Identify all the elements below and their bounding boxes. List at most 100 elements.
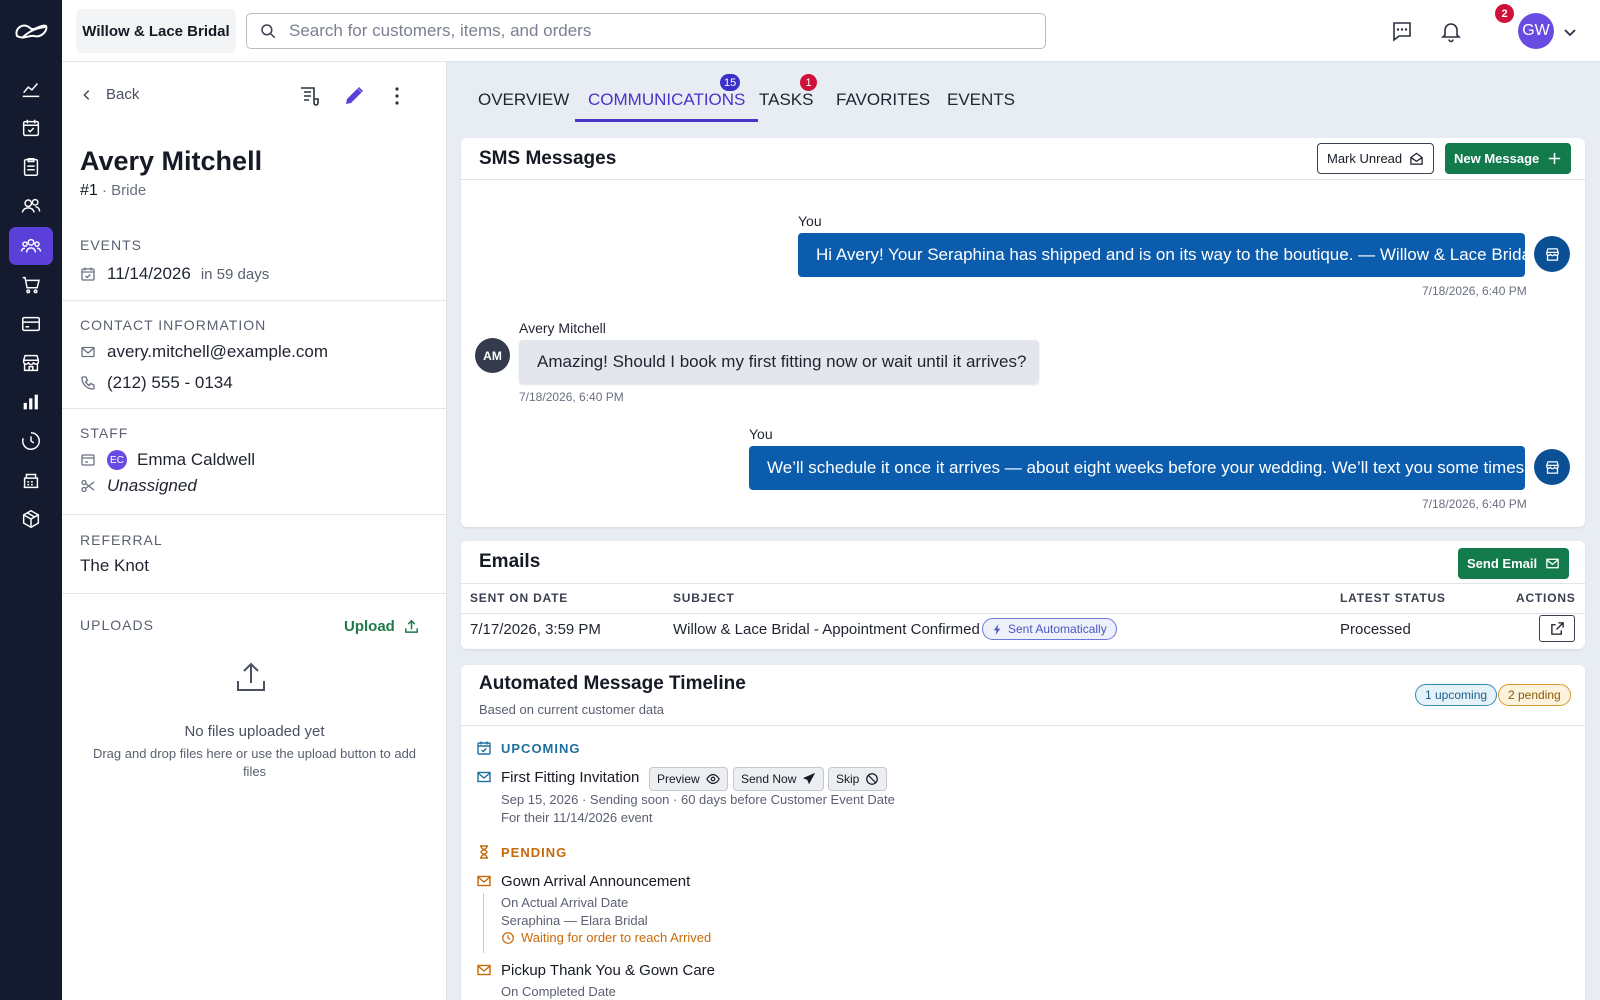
event-date: 11/14/2026 — [107, 264, 191, 283]
send-email-button[interactable]: Send Email — [1458, 548, 1570, 579]
global-search[interactable] — [246, 13, 1046, 49]
scissors-icon — [81, 479, 95, 493]
customer-number: #1 — [80, 182, 98, 199]
timeline-title: Automated Message Timeline — [479, 673, 746, 694]
nav-time[interactable] — [9, 422, 53, 460]
lightning-icon — [993, 623, 1001, 635]
staff-avatar: EC — [107, 450, 127, 470]
chat-icon[interactable] — [1390, 19, 1414, 43]
nav-calendar[interactable] — [9, 109, 53, 147]
sms-bubble-incoming[interactable]: Amazing! Should I book my first fitting … — [519, 340, 1039, 384]
customer-panel: Back Avery Mitchell #1 · Bride EVENTS 11… — [62, 62, 447, 1000]
timeline-item-detail: For their 11/14/2026 event — [501, 810, 653, 825]
preview-button[interactable]: Preview — [649, 767, 728, 791]
message-time: 7/18/2026, 6:40 PM — [1422, 284, 1527, 298]
email-sent-date: 7/17/2026, 3:59 PM — [470, 621, 601, 638]
tab-favorites[interactable]: FAVORITES — [823, 82, 943, 122]
new-message-button[interactable]: New Message — [1445, 143, 1572, 174]
phone-row[interactable]: (212) 555 - 0134 — [80, 373, 233, 393]
empty-uploads-title: No files uploaded yet — [184, 723, 325, 740]
clock-pie-icon — [22, 432, 40, 450]
nav-reports[interactable] — [9, 383, 53, 421]
sms-bubble-outgoing[interactable]: We’ll schedule it once it arrives — abou… — [749, 446, 1529, 490]
mail-icon — [477, 964, 491, 976]
sms-bubble-outgoing[interactable]: Hi Avery! Your Seraphina has shipped and… — [798, 233, 1535, 277]
top-bar: Willow & Lace Bridal 2 GW — [62, 0, 1600, 62]
pending-label: PENDING — [501, 845, 568, 860]
customer-avatar: AM — [475, 338, 510, 373]
open-email-button[interactable] — [1539, 615, 1575, 642]
store-avatar — [1534, 449, 1570, 485]
calendar-check-icon — [22, 119, 40, 137]
message-time: 7/18/2026, 6:40 PM — [519, 390, 624, 404]
col-actions: ACTIONS — [1516, 591, 1576, 605]
staff-row[interactable]: EC Emma Caldwell — [80, 450, 255, 470]
mail-open-icon — [1410, 152, 1423, 165]
edit-pencil-icon[interactable] — [342, 84, 366, 108]
bell-icon[interactable] — [1439, 19, 1463, 43]
nav-contacts[interactable] — [9, 187, 53, 225]
event-row[interactable]: 11/14/2026 in 59 days — [80, 264, 269, 284]
email-subject[interactable]: Willow & Lace Bridal - Appointment Confi… — [673, 621, 980, 638]
sms-title: SMS Messages — [479, 148, 617, 169]
communications-count-badge: 15 — [720, 74, 741, 91]
nav-payments[interactable] — [9, 305, 53, 343]
search-input[interactable] — [289, 21, 1009, 41]
customer-name: Avery Mitchell — [80, 146, 263, 176]
mail-icon — [477, 875, 491, 887]
chevron-down-icon[interactable] — [1562, 24, 1578, 40]
external-link-icon — [1550, 622, 1564, 635]
timeline-subtitle: Based on current customer data — [479, 702, 664, 717]
emails-title: Emails — [479, 551, 541, 572]
calendar-check-icon — [477, 741, 491, 755]
tab-tasks[interactable]: TASKS 1 — [746, 74, 826, 122]
event-relative: in 59 days — [200, 265, 270, 283]
mark-unread-label: Mark Unread — [1327, 151, 1403, 166]
preview-label: Preview — [657, 772, 700, 786]
timeline-item-detail: On Completed Date — [501, 984, 616, 999]
tag-label: Sent Automatically — [1008, 622, 1107, 636]
upcoming-count-pill: 1 upcoming — [1415, 684, 1498, 706]
timeline-item-title: Gown Arrival Announcement — [501, 873, 691, 890]
store-switcher[interactable]: Willow & Lace Bridal — [76, 9, 236, 53]
waiting-status: Waiting for order to reach Arrived — [501, 930, 711, 945]
skip-button[interactable]: Skip — [828, 767, 888, 791]
divider — [62, 593, 447, 594]
eye-icon — [705, 774, 720, 784]
nav-register[interactable] — [9, 461, 53, 499]
nav-clipboard[interactable] — [9, 148, 53, 186]
customers-icon — [20, 238, 42, 253]
timeline-connector — [483, 893, 484, 953]
emails-card: Emails Send Email SENT ON DATE SUBJECT L… — [461, 541, 1585, 649]
message-author: You — [749, 426, 773, 442]
ban-icon — [866, 773, 879, 785]
store-avatar — [1534, 236, 1570, 272]
nav-dashboard[interactable] — [9, 70, 53, 108]
email-row[interactable]: avery.mitchell@example.com — [80, 342, 328, 362]
calendar-icon — [81, 267, 95, 281]
tab-communications[interactable]: COMMUNICATIONS 15 — [575, 74, 759, 122]
seamstress-row[interactable]: Unassigned — [80, 476, 197, 496]
receipt-icon[interactable] — [298, 84, 322, 108]
mark-unread-button[interactable]: Mark Unread — [1317, 143, 1435, 174]
more-vertical-icon[interactable] — [385, 84, 409, 108]
empty-uploads-subtitle: Drag and drop files here or use the uplo… — [92, 746, 417, 779]
upload-button[interactable]: Upload — [344, 618, 420, 635]
store-icon — [22, 354, 40, 372]
timeline-item-title: First Fitting Invitation — [501, 769, 640, 786]
tab-events[interactable]: EVENTS — [934, 82, 1028, 122]
upcoming-label: UPCOMING — [501, 741, 581, 756]
nav-store[interactable] — [9, 344, 53, 382]
back-button[interactable]: Back — [80, 86, 139, 103]
nav-customers[interactable] — [9, 227, 53, 265]
divider — [62, 408, 447, 409]
brand-logo-icon[interactable] — [12, 18, 50, 44]
nav-inventory[interactable] — [9, 500, 53, 538]
nav-cart[interactable] — [9, 266, 53, 304]
tab-overview[interactable]: OVERVIEW — [465, 82, 582, 122]
upload-label: Upload — [344, 618, 395, 635]
user-avatar[interactable]: GW — [1518, 13, 1554, 49]
staff-unassigned: Unassigned — [107, 476, 197, 495]
sms-messages-card: SMS Messages Mark Unread New Message You… — [461, 138, 1585, 527]
send-now-button[interactable]: Send Now — [733, 767, 825, 791]
